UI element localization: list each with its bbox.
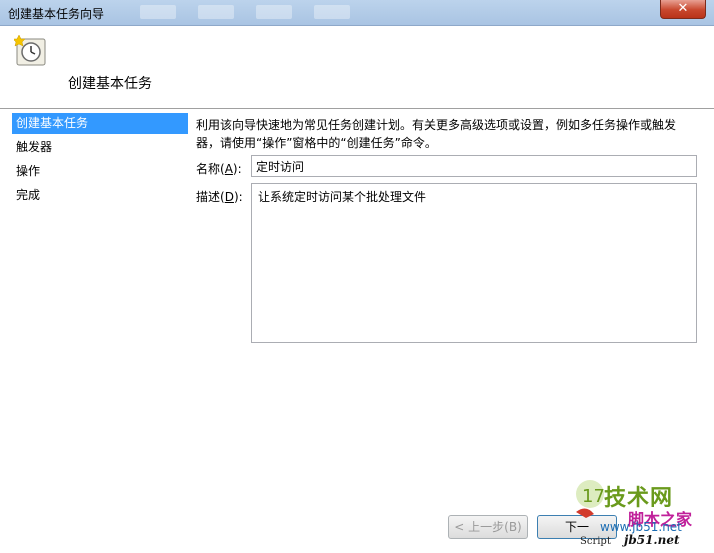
watermark-domain: jb51.net <box>624 533 680 547</box>
watermark-script-text: Script <box>580 536 611 547</box>
window-title: 创建基本任务向导 <box>8 7 105 21</box>
description-line-2: 器，请使用“操作”窗格中的“创建任务”命令。 <box>196 136 437 150</box>
name-label: 名称(A): <box>196 162 242 176</box>
background-tab-placeholder <box>198 5 234 19</box>
sidebar-item-action[interactable]: 操作 <box>12 161 188 185</box>
description-label: 描述(D): <box>196 190 243 204</box>
watermark-url: www.jb51.net <box>600 520 682 534</box>
name-field[interactable] <box>251 155 697 177</box>
description-field[interactable]: 让系统定时访问某个批处理文件 <box>251 183 697 343</box>
wizard-description: 利用该向导快速地为常见任务创建计划。有关更多高级选项或设置，例如多任务操作或触发… <box>196 116 702 152</box>
close-button[interactable]: ✕ <box>660 0 706 19</box>
description-line-1: 利用该向导快速地为常见任务创建计划。有关更多高级选项或设置，例如多任务操作或触发 <box>196 118 677 132</box>
svg-text:17: 17 <box>582 486 605 507</box>
wizard-steps-sidebar: 创建基本任务 触发器 操作 完成 <box>12 113 188 209</box>
sidebar-item-label: 触发器 <box>16 140 53 154</box>
sidebar-item-finish[interactable]: 完成 <box>12 185 188 209</box>
sidebar-item-create-basic-task[interactable]: 创建基本任务 <box>12 113 188 134</box>
sidebar-item-trigger[interactable]: 触发器 <box>12 137 188 161</box>
sidebar-item-label: 操作 <box>16 164 41 178</box>
task-scheduler-clock-icon <box>14 35 46 66</box>
background-tab-placeholder <box>140 5 176 19</box>
page-title: 创建基本任务 <box>68 76 152 92</box>
close-icon: ✕ <box>677 1 689 16</box>
wizard-header: 创建基本任务 <box>0 27 714 108</box>
site-watermark: 17 技术网 脚本之家 www.jb51.net Script jb51.net <box>572 478 714 553</box>
back-button[interactable]: < 上一步(B) <box>448 515 528 539</box>
background-tab-placeholder <box>256 5 292 19</box>
sidebar-item-label: 完成 <box>16 188 41 202</box>
header-divider <box>0 108 714 109</box>
watermark-logo-icon: 17 <box>576 480 605 518</box>
title-bar: 创建基本任务向导 ✕ <box>0 0 714 26</box>
sidebar-item-label: 创建基本任务 <box>16 116 89 130</box>
background-tab-placeholder <box>314 5 350 19</box>
